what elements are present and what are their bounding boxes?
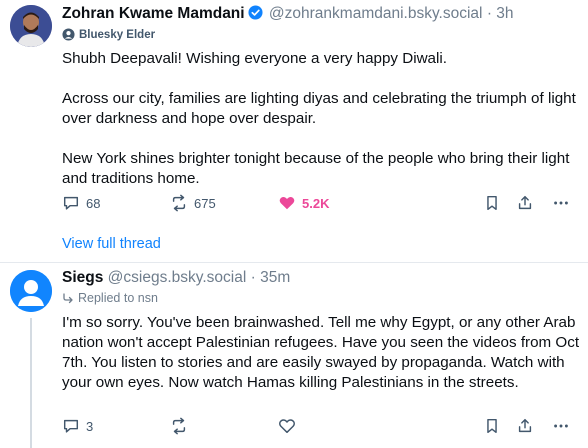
repost-button[interactable]	[170, 417, 188, 435]
bookmark-icon	[487, 418, 497, 434]
view-full-thread-link[interactable]: View full thread	[62, 236, 161, 252]
reply-bubble-icon	[63, 196, 79, 210]
share-button[interactable]	[516, 417, 534, 435]
author-handle[interactable]: @csiegs.bsky.social	[108, 269, 247, 286]
reply-arrow-icon	[63, 293, 73, 304]
author-handle[interactable]: @zohrankmamdani.bsky.social	[269, 5, 483, 22]
reply-count: 68	[86, 195, 101, 211]
post-main[interactable]: Zohran Kwame Mamdani @zohrankmamdani.bsk…	[0, 0, 588, 262]
reply-button[interactable]: 3	[62, 417, 93, 435]
author-name[interactable]: Siegs	[62, 269, 103, 286]
thread-line	[30, 318, 32, 448]
bookmark-button[interactable]	[483, 194, 501, 212]
post-actions: 3	[62, 417, 582, 439]
separator-dot: ·	[486, 5, 492, 22]
bookmark-button[interactable]	[483, 417, 501, 435]
replied-to-text: Replied to nsn	[78, 291, 158, 305]
author-name[interactable]: Zohran Kwame Mamdani	[62, 5, 245, 22]
share-button[interactable]	[516, 194, 534, 212]
share-icon	[518, 418, 532, 433]
post-text-paragraph: Shubh Deepavali! Wishing everyone a very…	[62, 50, 447, 67]
more-dots-icon	[554, 424, 568, 428]
post-text: I'm so sorry. You've been brainwashed. T…	[62, 314, 580, 391]
repost-count: 675	[194, 195, 216, 211]
post-text-paragraph: New York shines brighter tonight because…	[62, 150, 570, 187]
reply-count: 3	[86, 418, 94, 434]
elder-badge-icon	[62, 28, 75, 41]
user-badge: Bluesky Elder	[62, 28, 155, 41]
author-avatar[interactable]	[10, 5, 52, 47]
avatar-photo-icon	[10, 5, 52, 47]
share-icon	[518, 195, 532, 210]
more-options-button[interactable]	[552, 194, 570, 212]
repost-button[interactable]: 675	[170, 194, 216, 212]
post-actions: 68 675 5.2K	[62, 194, 582, 216]
like-button[interactable]	[278, 417, 296, 435]
reply-bubble-icon	[63, 419, 79, 433]
separator-dot: ·	[250, 269, 256, 286]
badge-label: Bluesky Elder	[79, 28, 156, 41]
post-time[interactable]: 35m	[260, 269, 290, 286]
more-options-button[interactable]	[552, 417, 570, 435]
post-time[interactable]: 3h	[496, 5, 513, 22]
post-header: Siegs @csiegs.bsky.social · 35m	[62, 268, 290, 288]
more-dots-icon	[554, 201, 568, 205]
reply-button[interactable]: 68	[62, 194, 100, 212]
bookmark-icon	[487, 195, 497, 211]
post-text-paragraph: Across our city, families are lighting d…	[62, 90, 576, 127]
heart-filled-icon	[279, 196, 295, 210]
author-avatar[interactable]	[10, 270, 52, 312]
verified-check-icon	[248, 5, 263, 20]
post-header: Zohran Kwame Mamdani @zohrankmamdani.bsk…	[62, 4, 514, 24]
repost-icon	[172, 194, 186, 212]
like-count: 5.2K	[302, 195, 330, 211]
repost-icon	[172, 417, 186, 435]
default-avatar-icon	[10, 270, 52, 312]
replied-to-label[interactable]: Replied to nsn	[62, 291, 158, 305]
like-button[interactable]: 5.2K	[278, 194, 329, 212]
heart-outline-icon	[279, 419, 295, 434]
